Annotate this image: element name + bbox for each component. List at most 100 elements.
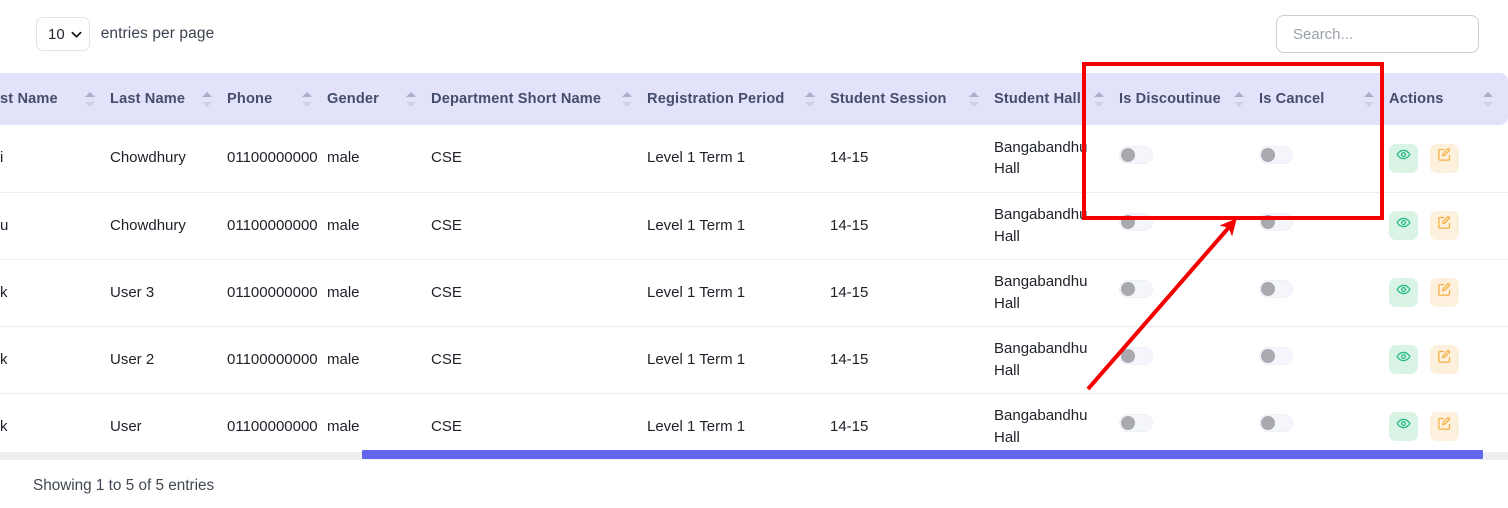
table-row: k User 01100000000 male CSE Level 1 Term… xyxy=(0,393,1508,445)
view-button[interactable] xyxy=(1389,278,1418,307)
cell-actions xyxy=(1389,259,1508,326)
view-button[interactable] xyxy=(1389,345,1418,374)
edit-button[interactable] xyxy=(1430,412,1459,441)
horizontal-scrollbar[interactable] xyxy=(0,452,1508,460)
column-header-first-name[interactable]: st Name xyxy=(0,73,110,125)
column-header-actions[interactable]: Actions xyxy=(1389,73,1508,125)
table-row: k User 3 01100000000 male CSE Level 1 Te… xyxy=(0,259,1508,326)
view-button[interactable] xyxy=(1389,412,1418,441)
cell-student-session: 14-15 xyxy=(830,125,994,192)
entries-per-page-value: 10 xyxy=(48,26,65,43)
table-header: st Name Last Name Phone xyxy=(0,73,1508,125)
column-header-student-session[interactable]: Student Session xyxy=(830,73,994,125)
entries-summary: Showing 1 to 5 of 5 entries xyxy=(33,477,214,495)
edit-icon xyxy=(1437,147,1452,169)
sort-icon[interactable] xyxy=(302,91,313,108)
sort-icon[interactable] xyxy=(1094,91,1105,108)
cell-is-discontinue xyxy=(1119,192,1259,259)
cell-department: CSE xyxy=(431,125,647,192)
cell-last-name: User 2 xyxy=(110,326,227,393)
is-cancel-toggle[interactable] xyxy=(1259,280,1293,298)
cell-department: CSE xyxy=(431,192,647,259)
cell-is-discontinue xyxy=(1119,259,1259,326)
view-button[interactable] xyxy=(1389,211,1418,240)
cell-actions xyxy=(1389,393,1508,445)
data-table-page: 10 entries per page xyxy=(0,0,1508,508)
sort-icon[interactable] xyxy=(622,91,633,108)
cell-student-hall: Bangabandhu Hall xyxy=(994,192,1119,259)
is-discontinue-toggle[interactable] xyxy=(1119,280,1153,298)
sort-icon[interactable] xyxy=(1364,91,1375,108)
is-discontinue-toggle[interactable] xyxy=(1119,213,1153,231)
sort-icon[interactable] xyxy=(202,91,213,108)
is-cancel-toggle[interactable] xyxy=(1259,414,1293,432)
sort-icon[interactable] xyxy=(969,91,980,108)
column-label: Is Discoutinue xyxy=(1119,91,1221,107)
edit-button[interactable] xyxy=(1430,345,1459,374)
column-header-department-short-name[interactable]: Department Short Name xyxy=(431,73,647,125)
edit-icon xyxy=(1437,215,1452,237)
cell-is-discontinue xyxy=(1119,326,1259,393)
cell-department: CSE xyxy=(431,259,647,326)
cell-first-name: k xyxy=(0,326,110,393)
cell-student-session: 14-15 xyxy=(830,326,994,393)
cell-first-name: i xyxy=(0,125,110,192)
column-label: Registration Period xyxy=(647,91,784,107)
sort-icon[interactable] xyxy=(1483,91,1494,108)
entries-per-page-group: 10 entries per page xyxy=(36,17,214,51)
cell-registration-period: Level 1 Term 1 xyxy=(647,125,830,192)
column-label: Gender xyxy=(327,91,379,107)
students-table: st Name Last Name Phone xyxy=(0,73,1508,445)
column-label: Department Short Name xyxy=(431,91,601,107)
cell-first-name: k xyxy=(0,393,110,445)
edit-button[interactable] xyxy=(1430,278,1459,307)
cell-student-session: 14-15 xyxy=(830,192,994,259)
edit-button[interactable] xyxy=(1430,211,1459,240)
cell-department: CSE xyxy=(431,393,647,445)
edit-icon xyxy=(1437,416,1452,438)
is-discontinue-toggle[interactable] xyxy=(1119,414,1153,432)
column-label: Last Name xyxy=(110,91,185,107)
scrollbar-thumb[interactable] xyxy=(362,450,1483,459)
cell-is-discontinue xyxy=(1119,393,1259,445)
cell-student-hall: Bangabandhu Hall xyxy=(994,125,1119,192)
sort-icon[interactable] xyxy=(805,91,816,108)
cell-gender: male xyxy=(327,259,431,326)
edit-icon xyxy=(1437,349,1452,371)
eye-icon xyxy=(1396,349,1411,371)
is-cancel-toggle[interactable] xyxy=(1259,146,1293,164)
is-cancel-toggle[interactable] xyxy=(1259,347,1293,365)
entries-per-page-select[interactable]: 10 xyxy=(36,17,90,51)
is-discontinue-toggle[interactable] xyxy=(1119,146,1153,164)
table-row: k User 2 01100000000 male CSE Level 1 Te… xyxy=(0,326,1508,393)
column-header-is-cancel[interactable]: Is Cancel xyxy=(1259,73,1389,125)
cell-registration-period: Level 1 Term 1 xyxy=(647,259,830,326)
cell-last-name: User xyxy=(110,393,227,445)
cell-registration-period: Level 1 Term 1 xyxy=(647,326,830,393)
sort-icon[interactable] xyxy=(1234,91,1245,108)
cell-student-session: 14-15 xyxy=(830,259,994,326)
edit-button[interactable] xyxy=(1430,144,1459,173)
cell-gender: male xyxy=(327,326,431,393)
view-button[interactable] xyxy=(1389,144,1418,173)
cell-student-hall: Bangabandhu Hall xyxy=(994,326,1119,393)
is-discontinue-toggle[interactable] xyxy=(1119,347,1153,365)
sort-icon[interactable] xyxy=(406,91,417,108)
column-header-gender[interactable]: Gender xyxy=(327,73,431,125)
search-input[interactable] xyxy=(1291,25,1464,44)
column-label: Phone xyxy=(227,91,272,107)
column-header-student-hall[interactable]: Student Hall xyxy=(994,73,1119,125)
column-header-registration-period[interactable]: Registration Period xyxy=(647,73,830,125)
cell-is-cancel xyxy=(1259,326,1389,393)
cell-first-name: u xyxy=(0,192,110,259)
column-label: Is Cancel xyxy=(1259,91,1324,107)
column-header-last-name[interactable]: Last Name xyxy=(110,73,227,125)
cell-last-name: Chowdhury xyxy=(110,192,227,259)
table-scroll-container[interactable]: st Name Last Name Phone xyxy=(0,73,1508,445)
column-header-phone[interactable]: Phone xyxy=(227,73,327,125)
sort-icon[interactable] xyxy=(85,91,96,108)
cell-is-discontinue xyxy=(1119,125,1259,192)
is-cancel-toggle[interactable] xyxy=(1259,213,1293,231)
column-header-is-discontinue[interactable]: Is Discoutinue xyxy=(1119,73,1259,125)
search-box[interactable] xyxy=(1276,15,1479,53)
